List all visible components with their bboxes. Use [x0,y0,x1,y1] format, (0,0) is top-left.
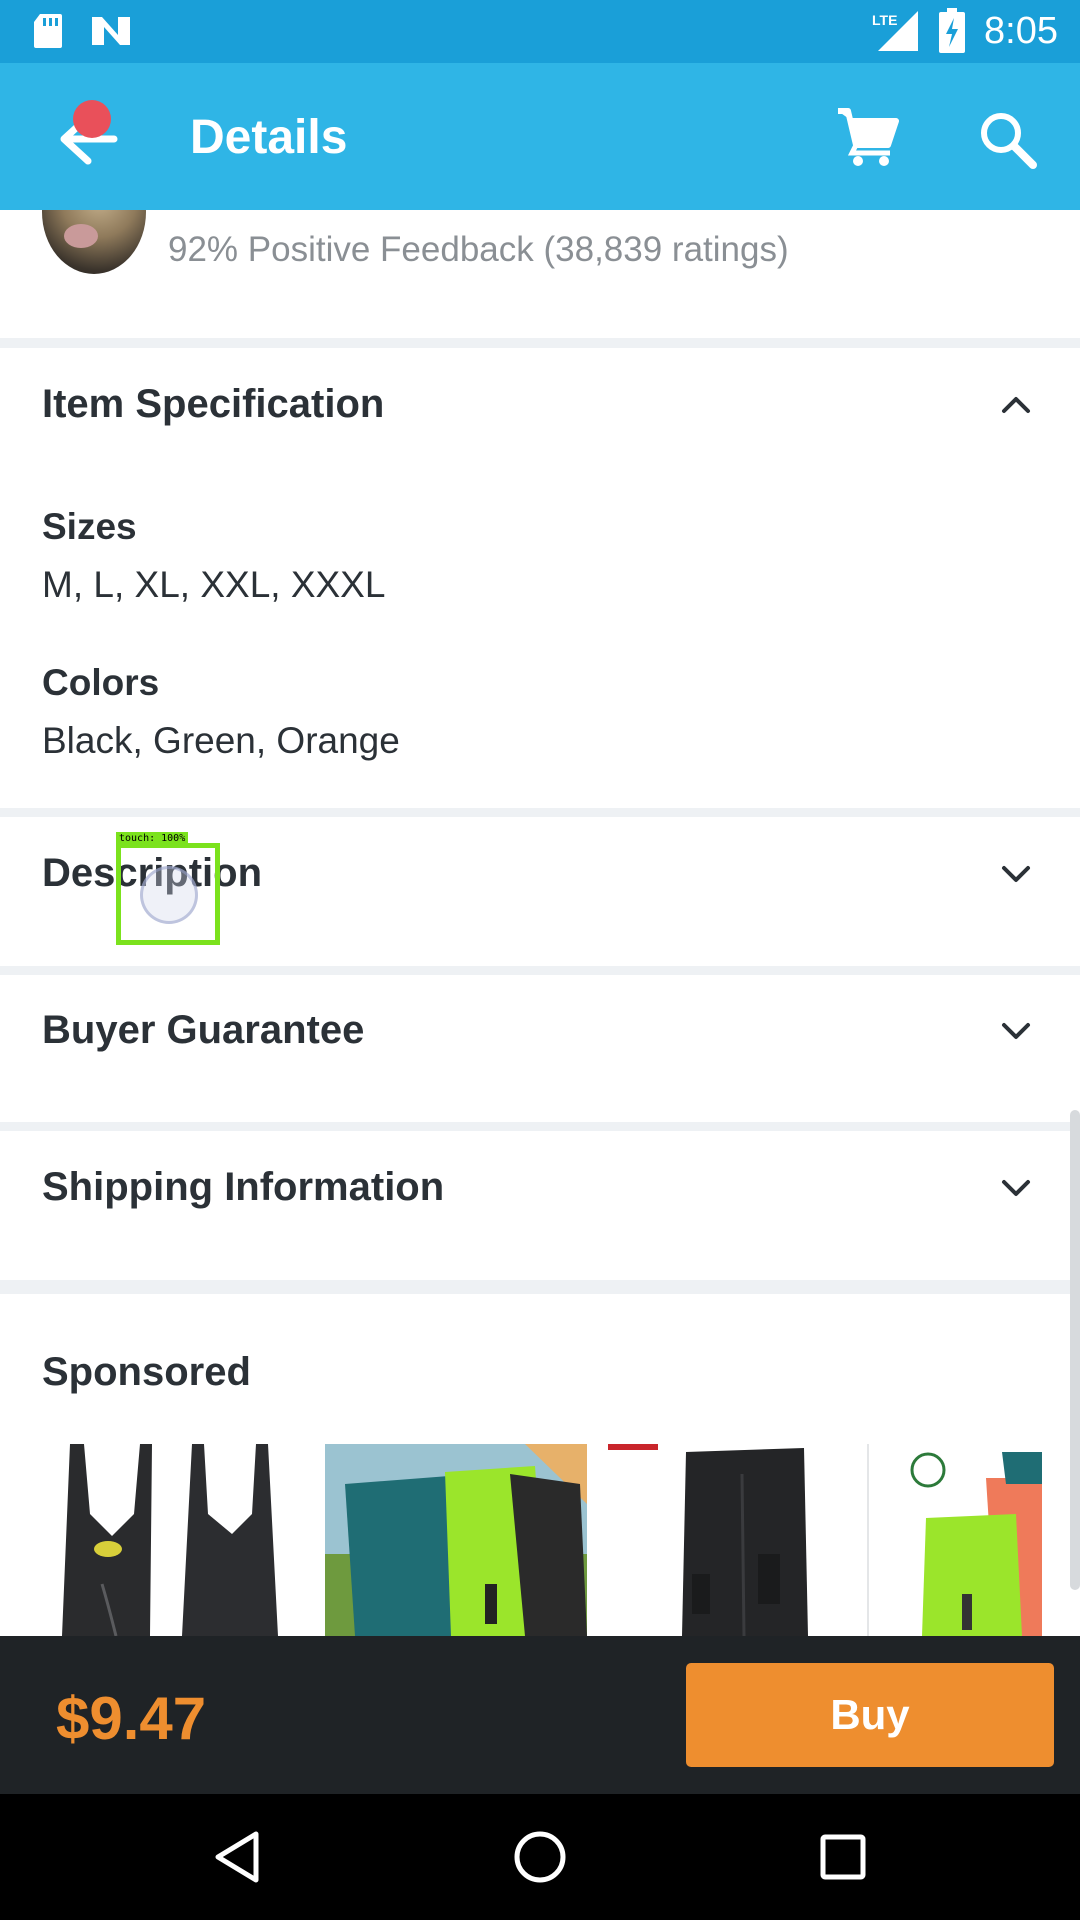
notification-dot [73,100,111,138]
divider [0,808,1080,817]
cart-icon[interactable] [836,105,900,169]
status-bar: LTE 8:05 [0,0,1080,63]
section-title: Item Specification [42,382,385,426]
teal-green-black-shorts-image [325,1444,587,1636]
app-bar: Details [0,63,1080,210]
chevron-down-icon [1002,1023,1030,1039]
spec-value-colors: Black, Green, Orange [42,720,400,761]
back-triangle-icon[interactable] [202,1822,272,1892]
sponsored-product[interactable] [42,1444,304,1636]
clock: 8:05 [984,9,1058,52]
battery-charging-icon [939,8,966,53]
seller-avatar[interactable] [42,210,146,274]
black-cycling-pants-image [608,1444,870,1636]
seller-feedback: 92% Positive Feedback (38,839 ratings) [168,230,789,269]
n-logo-icon [92,17,130,45]
divider [0,1122,1080,1131]
buy-bar: $9.47 Buy [0,1636,1080,1794]
chevron-down-icon [1002,1180,1030,1196]
svg-text:LTE: LTE [872,12,897,28]
spec-label-colors: Colors [42,662,160,703]
sponsored-product[interactable] [325,1444,587,1636]
section-title: Buyer Guarantee [42,1008,365,1052]
black-bib-shorts-image [42,1444,304,1636]
sponsored-products[interactable] [42,1444,1042,1636]
page-title: Details [190,111,348,164]
green-orange-cycling-shorts-image [866,1444,1042,1636]
sd-card-icon [34,14,62,48]
section-buyer-guarantee[interactable]: Buyer Guarantee [0,974,1080,1084]
chevron-up-icon [1002,397,1030,413]
recents-square-icon[interactable] [808,1822,878,1892]
sponsored-title: Sponsored [42,1350,251,1394]
section-title: Shipping Information [42,1165,445,1209]
divider [0,338,1080,348]
sponsored-product[interactable] [608,1444,870,1636]
chevron-down-icon [1002,866,1030,882]
spec-label-sizes: Sizes [42,506,137,547]
scrollbar[interactable] [1070,1110,1080,1590]
navigation-bar [0,1794,1080,1920]
section-item-specification[interactable]: Item Specification [0,348,1080,458]
lte-signal-icon: LTE [872,11,919,51]
home-circle-icon[interactable] [505,1822,575,1892]
touch-indicator-circle [140,866,198,924]
search-icon[interactable] [975,107,1039,171]
spec-value-sizes: M, L, XL, XXL, XXXL [42,564,386,605]
price: $9.47 [56,1685,207,1752]
section-shipping-information[interactable]: Shipping Information [0,1131,1080,1241]
buy-button[interactable]: Buy [686,1663,1054,1767]
divider [0,1280,1080,1294]
sponsored-product[interactable] [866,1444,1042,1636]
